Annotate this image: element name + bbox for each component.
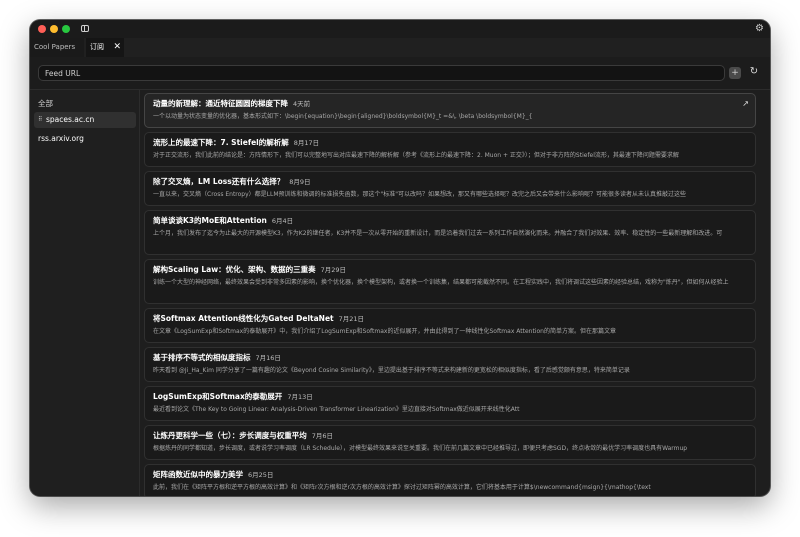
tab-cool-papers[interactable]: Cool Papers — [30, 38, 84, 57]
article-card[interactable]: LogSumExp和Softmax的泰勒展开 7月13日 最近看到论文《The K… — [144, 386, 756, 421]
close-window-button[interactable] — [38, 25, 46, 33]
article-card[interactable]: 简单谈谈K3的MoE和Attention 6月4日 上个月，我们发布了迄今为止最大… — [144, 210, 756, 255]
article-date: 8月9日 — [289, 178, 311, 186]
article-title: 让炼丹更科学一些（七）：步长调度与权重平均 — [153, 431, 307, 440]
sidebar-item-label: spaces.ac.cn — [46, 115, 95, 124]
article-excerpt: 根据炼丹的同学都知道，步长调度，或者说学习率调度（LR Schedule），对模… — [153, 445, 688, 452]
article-excerpt: 在文章《LogSumExp和Softmax的泰勒展开》中，我们介绍了LogSum… — [153, 328, 616, 335]
article-list: 动量的新理解：通近特征圆圆的梯度下降 4天前 一个以动量为状态变量的优化器，基本形… — [142, 90, 770, 496]
article-card[interactable]: 解构Scaling Law：优化、架构、数据的三重奏 7月29日 训练一个大型的神… — [144, 259, 756, 304]
article-date: 7月6日 — [311, 432, 334, 440]
article-date: 7月29日 — [320, 266, 347, 274]
article-date: 7月13日 — [287, 393, 313, 401]
article-title: LogSumExp和Softmax的泰勒展开 — [153, 392, 283, 401]
article-card[interactable]: 动量的新理解：通近特征圆圆的梯度下降 4天前 一个以动量为状态变量的优化器，基本形… — [144, 93, 756, 128]
article-excerpt: 一个以动量为状态变量的优化器，基本形式如下：\begin{equation}\b… — [153, 113, 533, 120]
article-excerpt: 训练一个大型的神经网络，最终效果会受到非常多因素的影响，换个优化器，换个模型架构… — [153, 279, 729, 286]
article-excerpt: 此前，我们在《矩阵平方根和逆平方根的高效计算》和《矩阵r次方根和逆r次方根的高效… — [153, 484, 651, 491]
article-excerpt: 上个月，我们发布了迄今为止最大的开源模型K3，作为K2的继任者，K3并不是一次从… — [153, 230, 723, 237]
gear-icon[interactable]: ⚙ — [755, 23, 764, 35]
zoom-window-button[interactable] — [62, 25, 70, 33]
title-bar: ⚙ — [30, 20, 770, 38]
article-card[interactable]: 基于排序不等式的相似度指标 7月16日 昨天看到 @Ji_Ha_Kim 同学分享了… — [144, 347, 756, 382]
article-card[interactable]: 让炼丹更科学一些（七）：步长调度与权重平均 7月6日 根据炼丹的同学都知道，步长调… — [144, 425, 756, 460]
article-date: 8月17日 — [293, 139, 320, 147]
article-excerpt: 昨天看到 @Ji_Ha_Kim 同学分享了一篇有趣的论文《Beyond Cosi… — [153, 367, 630, 374]
article-date: 6月25日 — [248, 471, 274, 479]
feed-sidebar: 全部 ⠿ spaces.ac.cn rss.arxiv.org — [30, 90, 140, 496]
tab-label: Cool Papers — [34, 43, 76, 51]
article-card[interactable]: 矩阵函数近似中的暴力美学 6月25日 此前，我们在《矩阵平方根和逆平方根的高效计算… — [144, 464, 756, 496]
article-card[interactable]: 除了交叉熵，LM Loss还有什么选择？ 8月9日 一直以来，交叉熵（Cross … — [144, 171, 756, 206]
sidebar-item-all[interactable]: 全部 — [34, 96, 136, 112]
close-tab-icon[interactable]: ✕ — [113, 38, 121, 57]
minimize-window-button[interactable] — [50, 25, 58, 33]
sidebar-toggle-icon[interactable] — [81, 25, 89, 32]
sidebar-item-arxiv[interactable]: rss.arxiv.org — [34, 131, 136, 147]
feed-url-input[interactable] — [38, 65, 725, 81]
add-feed-button[interactable]: + — [729, 67, 741, 79]
article-date: 4天前 — [293, 100, 311, 108]
article-title: 解构Scaling Law：优化、架构、数据的三重奏 — [153, 265, 316, 274]
tab-bar: Cool Papers 订阅 ✕ — [30, 38, 770, 58]
article-excerpt: 最近看到论文《The Key to Going Linear: Analysis… — [153, 406, 520, 413]
article-title: 基于排序不等式的相似度指标 — [153, 353, 251, 362]
article-card[interactable]: 流形上的最速下降：7. Stiefel的解析解 8月17日 对于正交流形，我们此前… — [144, 132, 756, 167]
feed-url-bar: + ↻ — [30, 57, 770, 90]
refresh-icon[interactable]: ↻ — [748, 65, 760, 79]
app-window: ⚙ Cool Papers 订阅 ✕ + ↻ 全部 ⠿ spaces.ac.cn… — [30, 20, 770, 496]
article-date: 7月21日 — [338, 315, 365, 323]
article-excerpt: 对于正交流形，我们此前的结论是：方阵情形下，我们可以完整地写出对应最速下降的解析… — [153, 152, 679, 159]
article-title: 矩阵函数近似中的暴力美学 — [153, 470, 243, 479]
pin-icon: ⠿ — [38, 116, 43, 123]
article-excerpt: 一直以来，交叉熵（Cross Entropy）都是LLM预训练和微调的标准损失函… — [153, 191, 687, 198]
article-title: 简单谈谈K3的MoE和Attention — [153, 216, 267, 225]
article-title: 除了交叉熵，LM Loss还有什么选择？ — [153, 177, 285, 186]
open-external-icon[interactable]: ↗ — [742, 99, 749, 108]
sidebar-item-spaces[interactable]: ⠿ spaces.ac.cn — [34, 112, 136, 128]
article-date: 6月4日 — [271, 217, 294, 225]
tab-label: 订阅 — [90, 43, 104, 51]
article-card[interactable]: 将Softmax Attention线性化为Gated DeltaNet 7月21… — [144, 308, 756, 343]
tab-subscriptions[interactable]: 订阅 ✕ — [86, 38, 124, 57]
article-title: 动量的新理解：通近特征圆圆的梯度下降 — [153, 99, 288, 108]
article-date: 7月16日 — [255, 354, 281, 362]
article-title: 流形上的最速下降：7. Stiefel的解析解 — [153, 138, 289, 147]
article-title: 将Softmax Attention线性化为Gated DeltaNet — [153, 314, 334, 323]
